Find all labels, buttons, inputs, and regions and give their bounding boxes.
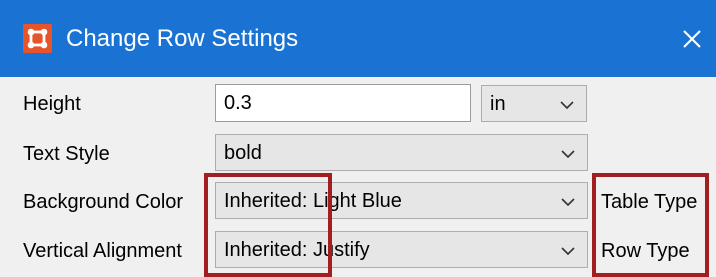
vertical-alignment-value: Inherited: Justify	[224, 239, 370, 261]
title-bar: Change Row Settings	[0, 0, 716, 77]
text-style-value: bold	[224, 142, 262, 164]
chevron-down-icon	[559, 145, 577, 163]
vertical-alignment-label: Vertical Alignment	[23, 240, 182, 262]
background-color-label: Background Color	[23, 191, 184, 213]
app-grid-icon	[23, 24, 52, 53]
vertical-alignment-select[interactable]: Inherited: Justify	[215, 231, 588, 268]
chevron-down-icon	[559, 242, 577, 260]
height-label: Height	[23, 93, 81, 115]
vertical-alignment-source: Row Type	[601, 240, 690, 262]
window-title: Change Row Settings	[66, 25, 299, 52]
close-button[interactable]	[676, 20, 706, 56]
text-style-select[interactable]: bold	[215, 134, 588, 171]
background-color-select[interactable]: Inherited: Light Blue	[215, 182, 588, 219]
height-input[interactable]	[215, 84, 471, 122]
height-unit-value: in	[490, 93, 506, 115]
chevron-down-icon	[558, 96, 576, 114]
close-icon	[683, 30, 701, 48]
background-color-source: Table Type	[601, 191, 698, 213]
dialog-body: Height in Text Style bold Background Col…	[0, 77, 716, 277]
chevron-down-icon	[559, 193, 577, 211]
text-style-label: Text Style	[23, 143, 110, 165]
height-unit-select[interactable]: in	[481, 85, 587, 122]
background-color-value: Inherited: Light Blue	[224, 190, 402, 212]
